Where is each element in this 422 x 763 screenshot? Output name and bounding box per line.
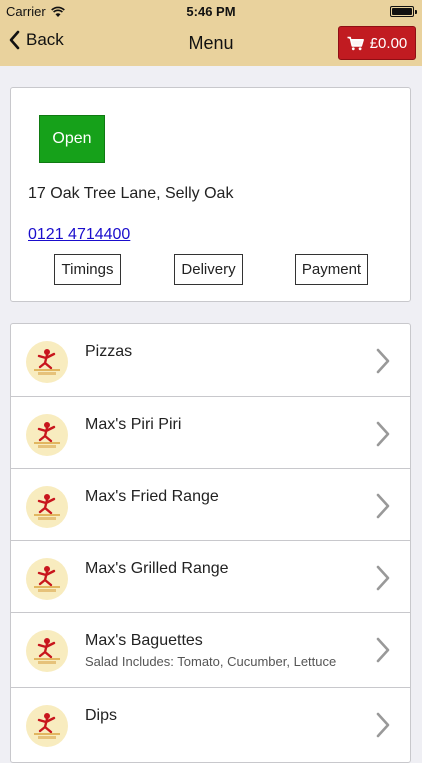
status-time: 5:46 PM	[186, 4, 236, 19]
restaurant-logo-icon	[26, 486, 68, 528]
chevron-right-icon	[376, 565, 390, 591]
cart-total: £0.00	[369, 34, 408, 52]
category-row-baguettes[interactable]: Max's Baguettes Salad Includes: Tomato, …	[11, 613, 410, 688]
category-name: Max's Grilled Range	[85, 560, 229, 577]
chevron-right-icon	[376, 493, 390, 519]
battery-nub	[415, 10, 417, 14]
category-row-fried-range[interactable]: Max's Fried Range	[11, 469, 410, 541]
restaurant-logo-icon	[26, 705, 68, 747]
phone-link[interactable]: 0121 4714400	[28, 226, 130, 244]
restaurant-logo-icon	[26, 341, 68, 383]
nav-bar: Back Menu £0.00	[0, 22, 422, 66]
restaurant-logo-icon	[26, 414, 68, 456]
restaurant-logo-icon	[26, 630, 68, 672]
cart-button[interactable]: £0.00	[338, 26, 416, 60]
category-name: Max's Baguettes	[85, 632, 203, 649]
category-row-dips[interactable]: Dips	[11, 688, 410, 760]
category-row-pizzas[interactable]: Pizzas	[11, 324, 410, 397]
payment-button[interactable]: Payment	[295, 254, 368, 285]
battery-icon	[390, 6, 417, 17]
cart-icon	[347, 36, 364, 50]
chevron-right-icon	[376, 637, 390, 663]
address: 17 Oak Tree Lane, Selly Oak	[28, 185, 234, 202]
category-row-grilled-range[interactable]: Max's Grilled Range	[11, 541, 410, 613]
category-list: Pizzas Max's Piri Piri Max's Fried Range…	[10, 323, 411, 763]
top-header: Carrier 5:46 PM Back Menu £0.00	[0, 0, 422, 66]
delivery-button[interactable]: Delivery	[174, 254, 243, 285]
chevron-right-icon	[376, 348, 390, 374]
category-name: Max's Fried Range	[85, 488, 219, 505]
restaurant-info-card: Open 17 Oak Tree Lane, Selly Oak 0121 47…	[10, 87, 411, 302]
category-name: Max's Piri Piri	[85, 416, 182, 433]
timings-button[interactable]: Timings	[54, 254, 121, 285]
chevron-right-icon	[376, 712, 390, 738]
status-bar: Carrier 5:46 PM	[0, 0, 422, 22]
chevron-right-icon	[376, 421, 390, 447]
battery-fill	[392, 8, 412, 15]
category-subtitle: Salad Includes: Tomato, Cucumber, Lettuc…	[85, 654, 337, 669]
restaurant-logo-icon	[26, 558, 68, 600]
category-row-piri-piri[interactable]: Max's Piri Piri	[11, 397, 410, 469]
category-name: Pizzas	[85, 343, 133, 360]
open-status-badge: Open	[39, 115, 105, 163]
category-name: Dips	[85, 707, 118, 724]
